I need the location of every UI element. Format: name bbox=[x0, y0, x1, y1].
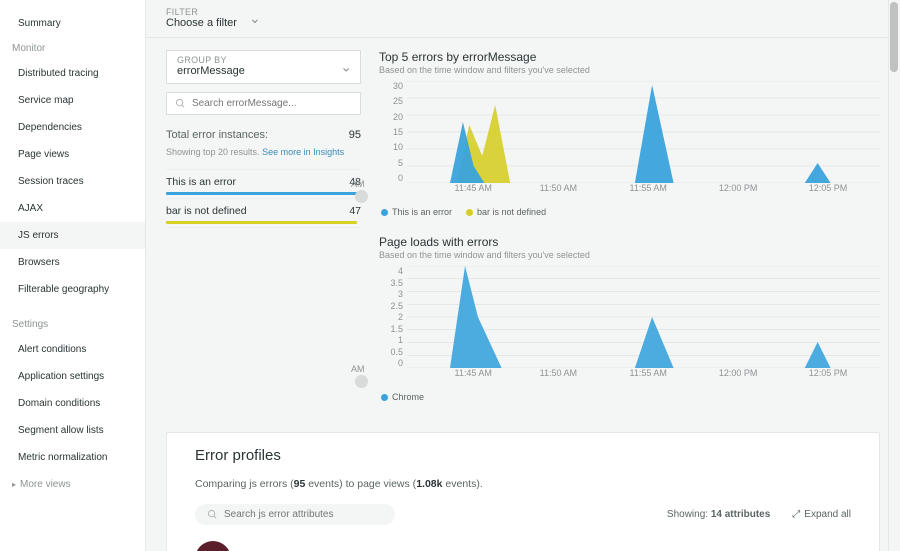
sidebar-item-service-map[interactable]: Service map bbox=[0, 87, 145, 114]
sidebar: Summary Monitor Distributed tracing Serv… bbox=[0, 0, 146, 551]
chart-plot bbox=[407, 266, 880, 368]
refresh-icon[interactable] bbox=[355, 375, 368, 388]
error-profiles-panel: Error profiles Comparing js errors (95 e… bbox=[166, 432, 880, 551]
legend-item[interactable]: Chrome bbox=[381, 392, 424, 402]
total-value: 95 bbox=[349, 129, 361, 141]
x-axis: 11:45 AM 11:50 AM 11:55 AM 12:00 PM 12:0… bbox=[407, 183, 880, 203]
chart-plot bbox=[407, 81, 880, 183]
sidebar-item-application-settings[interactable]: Application settings bbox=[0, 363, 145, 390]
refresh-icon[interactable] bbox=[355, 190, 368, 203]
more-views-toggle[interactable]: ▸ More views bbox=[0, 471, 145, 498]
error-list: This is an error48 bar is not defined 47 bbox=[166, 169, 361, 228]
legend-dot-icon bbox=[381, 209, 388, 216]
expand-icon: ⤢ bbox=[792, 509, 800, 520]
sidebar-section-settings: Settings bbox=[0, 313, 145, 336]
error-row-bar bbox=[166, 221, 357, 224]
charts-column: Top 5 errors by errorMessage Based on th… bbox=[379, 50, 880, 420]
total-label: Total error instances: bbox=[166, 129, 268, 141]
chart-title: Page loads with errors bbox=[379, 235, 880, 249]
filter-bar: FILTER Choose a filter ⌄ bbox=[146, 0, 900, 38]
sidebar-section-monitor: Monitor bbox=[0, 37, 145, 60]
more-views-label: More views bbox=[20, 479, 71, 490]
showing-attributes: Showing: 14 attributes bbox=[667, 509, 770, 520]
y-axis: 302520151050 bbox=[379, 81, 403, 183]
filter-label: FILTER bbox=[166, 8, 237, 18]
y-axis: 43.532.521.510.50 bbox=[379, 266, 403, 368]
x-axis-start: AM bbox=[351, 364, 365, 374]
chevron-down-icon[interactable]: ⌄ bbox=[249, 10, 261, 27]
profile-chart-stub bbox=[195, 541, 231, 551]
sidebar-item-distributed-tracing[interactable]: Distributed tracing bbox=[0, 60, 145, 87]
sidebar-item-js-errors[interactable]: JS errors bbox=[0, 222, 145, 249]
chart-title: Top 5 errors by errorMessage bbox=[379, 50, 880, 64]
chart-legend: This is an error bar is not defined bbox=[381, 207, 880, 217]
expand-all-button[interactable]: ⤢Expand all bbox=[792, 509, 851, 520]
filter-value: Choose a filter bbox=[166, 17, 237, 29]
error-row-label: bar is not defined bbox=[166, 205, 247, 217]
sidebar-item-segment-allow-lists[interactable]: Segment allow lists bbox=[0, 417, 145, 444]
scrollbar-thumb[interactable] bbox=[890, 2, 898, 72]
chart-subtitle: Based on the time window and filters you… bbox=[379, 250, 880, 260]
scrollbar-track[interactable] bbox=[888, 0, 900, 551]
error-row[interactable]: This is an error48 bbox=[166, 170, 361, 199]
groupby-dropdown[interactable]: GROUP BY errorMessage ⌄ bbox=[166, 50, 361, 84]
error-row-bar bbox=[166, 192, 361, 195]
sidebar-item-page-views[interactable]: Page views bbox=[0, 141, 145, 168]
chart-top-errors: Top 5 errors by errorMessage Based on th… bbox=[379, 50, 880, 217]
sidebar-item-filterable-geography[interactable]: Filterable geography bbox=[0, 276, 145, 303]
error-row-label: This is an error bbox=[166, 176, 236, 188]
search-icon bbox=[175, 98, 186, 109]
x-axis: 11:45 AM 11:50 AM 11:55 AM 12:00 PM 12:0… bbox=[407, 368, 880, 388]
chevron-down-icon: ⌄ bbox=[340, 59, 352, 76]
sidebar-item-metric-normalization[interactable]: Metric normalization bbox=[0, 444, 145, 471]
search-input[interactable] bbox=[192, 98, 352, 109]
sidebar-item-alert-conditions[interactable]: Alert conditions bbox=[0, 336, 145, 363]
chart-legend: Chrome bbox=[381, 392, 880, 402]
search-icon bbox=[207, 509, 218, 520]
left-panel: GROUP BY errorMessage ⌄ Total error inst… bbox=[166, 50, 361, 420]
legend-item[interactable]: This is an error bbox=[381, 207, 452, 217]
error-row[interactable]: bar is not defined 47 bbox=[166, 199, 361, 228]
x-axis-start: AM bbox=[351, 179, 365, 189]
legend-dot-icon bbox=[466, 209, 473, 216]
chart-page-loads: Page loads with errors Based on the time… bbox=[379, 235, 880, 402]
caret-right-icon: ▸ bbox=[12, 480, 16, 489]
attr-search-input[interactable] bbox=[224, 509, 383, 520]
see-more-link[interactable]: See more in Insights bbox=[262, 147, 344, 157]
groupby-label: GROUP BY bbox=[177, 55, 350, 65]
sidebar-item-session-traces[interactable]: Session traces bbox=[0, 168, 145, 195]
profiles-title: Error profiles bbox=[195, 447, 851, 464]
groupby-value: errorMessage bbox=[177, 65, 350, 77]
sidebar-item-summary[interactable]: Summary bbox=[0, 10, 145, 37]
sidebar-item-browsers[interactable]: Browsers bbox=[0, 249, 145, 276]
attr-search-box[interactable] bbox=[195, 504, 395, 525]
showing-text: Showing top 20 results. See more in Insi… bbox=[166, 147, 361, 157]
legend-item[interactable]: bar is not defined bbox=[466, 207, 546, 217]
sidebar-item-ajax[interactable]: AJAX bbox=[0, 195, 145, 222]
search-box[interactable] bbox=[166, 92, 361, 115]
profiles-subtitle: Comparing js errors (95 events) to page … bbox=[195, 478, 851, 490]
filter-dropdown[interactable]: FILTER Choose a filter bbox=[166, 8, 237, 30]
sidebar-item-dependencies[interactable]: Dependencies bbox=[0, 114, 145, 141]
main-content: FILTER Choose a filter ⌄ GROUP BY errorM… bbox=[146, 0, 900, 551]
legend-dot-icon bbox=[381, 394, 388, 401]
chart-subtitle: Based on the time window and filters you… bbox=[379, 65, 880, 75]
error-row-count: 47 bbox=[349, 205, 361, 217]
sidebar-item-domain-conditions[interactable]: Domain conditions bbox=[0, 390, 145, 417]
